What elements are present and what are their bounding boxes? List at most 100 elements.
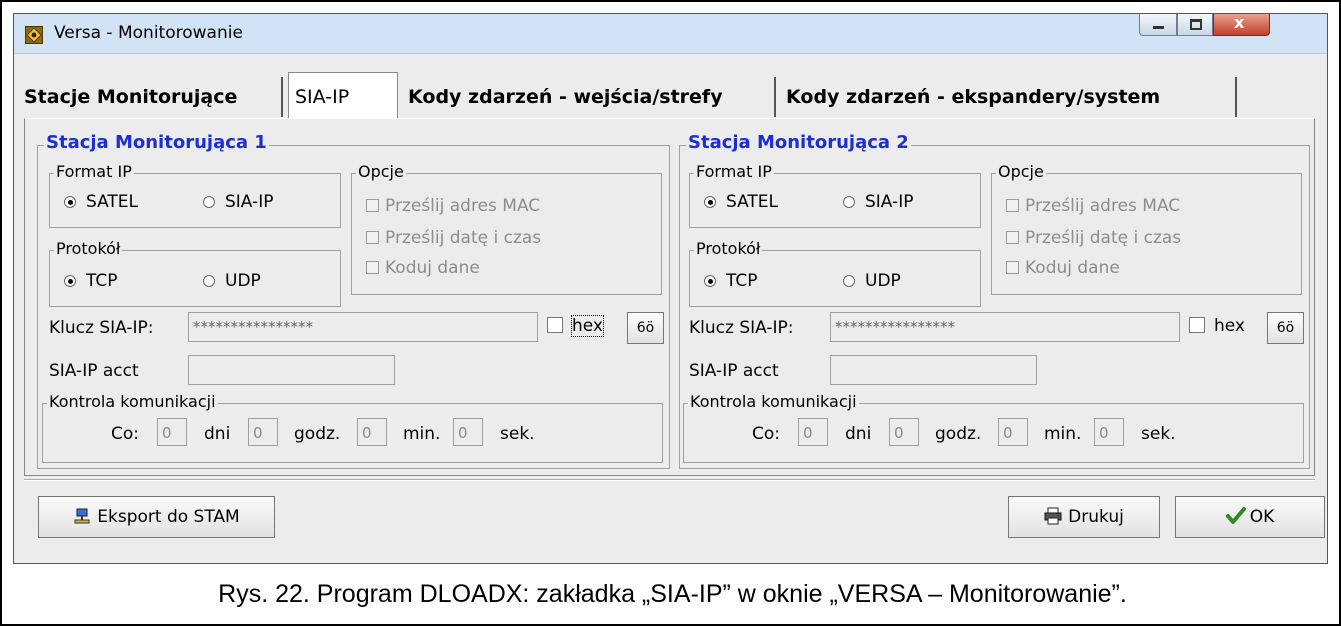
checkbox-koduj-dane[interactable]: Koduj dane [366, 258, 480, 278]
radio-on-icon [64, 196, 76, 208]
export-stam-button[interactable]: Eksport do STAM [38, 496, 275, 538]
radio-off-icon [843, 196, 855, 208]
godz-label: godz. [935, 424, 982, 444]
tab-panel: Stacja Monitorująca 1 Format IP SATEL SI… [24, 118, 1315, 476]
co-label: Co: [752, 424, 780, 444]
opcje-group: Opcje Prześlij adres MAC Prześlij datę i… [991, 163, 1302, 295]
checkbox-przeslij-mac[interactable]: Prześlij adres MAC [366, 196, 540, 216]
radio-tcp[interactable]: TCP [704, 271, 758, 291]
protokol-label: Protokół [694, 239, 763, 258]
checkbox-koduj-dane[interactable]: Koduj dane [1006, 258, 1120, 278]
radio-udp[interactable]: UDP [203, 271, 261, 291]
acct-label: SIA-IP acct [49, 361, 139, 381]
klucz-input[interactable]: **************** [830, 312, 1180, 342]
checkmark-icon [1225, 500, 1246, 524]
klucz-label: Klucz SIA-IP: [689, 318, 794, 338]
radio-on-icon [64, 275, 76, 287]
radio-sia-ip[interactable]: SIA-IP [843, 192, 913, 212]
figure-caption: Rys. 22. Program DLOADX: zakładka „SIA-I… [218, 580, 1127, 608]
protokol-label: Protokół [54, 239, 123, 258]
min-input[interactable]: 0 [998, 418, 1028, 446]
radio-udp-label: UDP [225, 271, 261, 291]
checkbox-przeslij-date-label: Prześlij datę i czas [1025, 228, 1182, 248]
opcje-label: Opcje [996, 162, 1046, 181]
printer-icon [1044, 500, 1062, 525]
format-ip-group: Format IP SATEL SIA-IP [49, 163, 341, 228]
station-2-group: Stacja Monitorująca 2 Format IP SATEL SI… [679, 132, 1310, 469]
radio-satel[interactable]: SATEL [704, 192, 778, 212]
station-1-title: Stacja Monitorująca 1 [44, 132, 269, 154]
hex-checkbox[interactable]: hex [1189, 316, 1245, 336]
close-button[interactable]: x [1213, 13, 1270, 36]
close-icon: x [1234, 13, 1245, 32]
maximize-icon [1190, 19, 1202, 30]
radio-sia-ip[interactable]: SIA-IP [203, 192, 273, 212]
min-input[interactable]: 0 [357, 418, 387, 446]
checkbox-przeslij-mac[interactable]: Prześlij adres MAC [1006, 196, 1180, 216]
min-label: min. [1044, 424, 1082, 444]
hex-checkbox[interactable]: hex [547, 315, 604, 337]
radio-sia-ip-label: SIA-IP [225, 192, 274, 212]
maximize-button[interactable] [1177, 14, 1213, 36]
radio-tcp-label: TCP [86, 271, 118, 291]
minimize-button[interactable] [1139, 14, 1177, 36]
format-ip-group: Format IP SATEL SIA-IP [689, 163, 981, 228]
godz-input[interactable]: 0 [889, 418, 919, 446]
checkbox-przeslij-date[interactable]: Prześlij datę i czas [366, 228, 541, 248]
window-title: Versa - Monitorowanie [54, 23, 243, 43]
min-label: min. [403, 424, 441, 444]
radio-udp[interactable]: UDP [843, 271, 901, 291]
figure-frame: Versa - Monitorowanie x Stacje Monitoruj… [0, 0, 1341, 626]
acct-input[interactable] [188, 355, 395, 385]
radio-sia-ip-label: SIA-IP [865, 192, 914, 212]
kontrola-group: Kontrola komunikacji Co: 0 dni 0 godz. 0… [42, 393, 663, 463]
radio-tcp-label: TCP [726, 271, 758, 291]
checkbox-przeslij-mac-label: Prześlij adres MAC [385, 196, 541, 216]
sek-input[interactable]: 0 [1094, 418, 1124, 446]
dni-label: dni [845, 424, 872, 444]
radio-on-icon [704, 196, 716, 208]
godz-input[interactable]: 0 [248, 418, 278, 446]
dni-input[interactable]: 0 [798, 418, 828, 446]
klucz-label: Klucz SIA-IP: [49, 318, 154, 338]
radio-on-icon [704, 275, 716, 287]
acct-label: SIA-IP acct [689, 361, 779, 381]
radio-satel[interactable]: SATEL [64, 192, 138, 212]
ok-button[interactable]: OK [1175, 496, 1325, 538]
title-bar[interactable]: Versa - Monitorowanie x [14, 13, 1327, 54]
radio-satel-label: SATEL [726, 192, 779, 212]
export-network-icon [73, 500, 91, 524]
checkbox-przeslij-date[interactable]: Prześlij datę i czas [1006, 228, 1181, 248]
co-label: Co: [111, 424, 139, 444]
sek-label: sek. [500, 424, 535, 444]
tab-sia-ip[interactable]: SIA-IP [288, 72, 398, 118]
ok-label: OK [1249, 507, 1275, 527]
tab-kody-wejscia-strefy[interactable]: Kody zdarzeń - wejścia/strefy [402, 77, 776, 117]
hex-label: hex [571, 315, 604, 337]
radio-off-icon [203, 196, 215, 208]
tab-kody-ekspandery-system[interactable]: Kody zdarzeń - ekspandery/system [780, 77, 1237, 117]
app-icon [25, 26, 43, 44]
checkbox-koduj-dane-label: Koduj dane [385, 258, 480, 278]
station-1-group: Stacja Monitorująca 1 Format IP SATEL SI… [37, 132, 670, 469]
protokol-group: Protokół TCP UDP [49, 240, 341, 307]
view-password-button[interactable]: 6ö [1267, 312, 1304, 344]
print-button[interactable]: Drukuj [1008, 496, 1160, 538]
acct-input[interactable] [830, 355, 1037, 385]
checkbox-przeslij-mac-label: Prześlij adres MAC [1025, 196, 1181, 216]
godz-label: godz. [294, 424, 341, 444]
klucz-input[interactable]: **************** [188, 312, 538, 342]
dni-input[interactable]: 0 [157, 418, 187, 446]
export-stam-label: Eksport do STAM [97, 507, 240, 527]
tab-stacje-monitorujace[interactable]: Stacje Monitorujące [18, 77, 283, 117]
radio-satel-label: SATEL [86, 192, 139, 212]
radio-tcp[interactable]: TCP [64, 271, 118, 291]
kontrola-label: Kontrola komunikacji [47, 392, 218, 411]
checkbox-koduj-dane-label: Koduj dane [1025, 258, 1120, 278]
view-password-button[interactable]: 6ö [627, 312, 664, 344]
radio-off-icon [843, 275, 855, 287]
dni-label: dni [204, 424, 231, 444]
button-divider [24, 479, 1315, 481]
sek-input[interactable]: 0 [453, 418, 483, 446]
view-password-icon: 6ö [1276, 320, 1295, 336]
